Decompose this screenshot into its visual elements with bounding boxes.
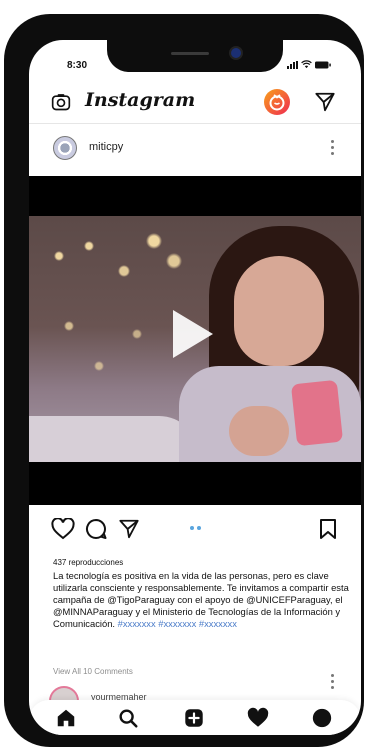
carousel-indicator <box>190 526 201 530</box>
phone-volume-up <box>4 176 10 236</box>
signal-icon <box>287 61 298 69</box>
wifi-icon <box>301 60 312 69</box>
notch-speaker <box>171 52 209 55</box>
app-logo: Instagram <box>85 89 196 111</box>
bookmark-icon[interactable] <box>319 518 337 540</box>
play-icon[interactable] <box>173 310 213 358</box>
post-header: miticpy <box>29 132 361 168</box>
post-username[interactable]: miticpy <box>89 141 123 153</box>
avatar[interactable] <box>53 136 77 160</box>
front-camera <box>231 48 241 58</box>
view-count: 437 reproducciones <box>53 558 124 567</box>
search-icon[interactable] <box>117 707 139 729</box>
activity-heart-icon[interactable] <box>247 707 269 729</box>
more-options-icon[interactable] <box>331 140 335 155</box>
add-post-icon[interactable] <box>183 707 205 729</box>
home-icon[interactable] <box>55 707 77 729</box>
phone-frame: 8:30 Instagram miticpy 437 reproduccione… <box>4 14 364 747</box>
igtv-icon[interactable] <box>264 89 290 115</box>
post-caption: La tecnología es positiva en la vida de … <box>53 570 353 630</box>
phone-mute-switch <box>4 126 10 160</box>
comment-icon[interactable] <box>85 518 107 540</box>
view-all-comments-link[interactable]: View All 10 Comments <box>53 667 133 676</box>
notch <box>107 40 283 72</box>
post-actions <box>29 516 361 544</box>
share-icon[interactable] <box>117 518 141 540</box>
direct-send-icon[interactable] <box>314 91 336 113</box>
profile-icon[interactable] <box>311 707 333 729</box>
status-icons <box>287 60 331 69</box>
caption-hashtags[interactable]: #xxxxxxx #xxxxxxx #xxxxxxx <box>118 618 237 629</box>
comment-more-options-icon[interactable] <box>331 674 335 689</box>
video-scene-arm <box>229 406 289 456</box>
video-scene-bed <box>29 416 199 462</box>
video-frame <box>29 216 361 462</box>
post-video[interactable] <box>29 176 361 505</box>
camera-icon[interactable] <box>51 92 71 112</box>
bottom-navigation <box>29 700 361 735</box>
video-scene-face <box>234 256 324 366</box>
video-scene-phone <box>290 379 344 447</box>
heart-outline-icon[interactable] <box>51 518 75 540</box>
phone-volume-down <box>4 248 10 308</box>
phone-screen: 8:30 Instagram miticpy 437 reproduccione… <box>29 40 361 735</box>
instagram-header: Instagram <box>29 80 361 124</box>
battery-icon <box>315 61 331 69</box>
status-time: 8:30 <box>67 60 88 71</box>
